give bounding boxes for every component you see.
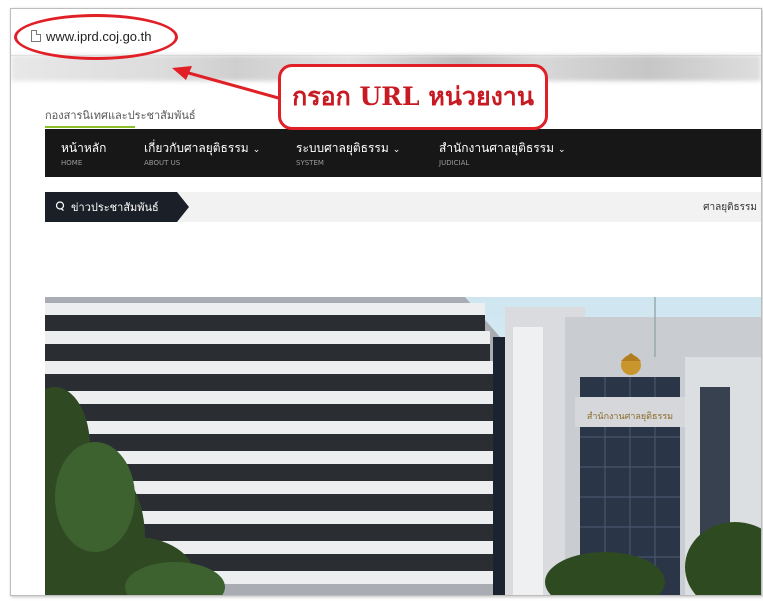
hero-building-photo: สำนักงานศาลยุติธรรม <box>45 297 761 595</box>
nav-item-about[interactable]: เกี่ยวกับศาลยุติธรรม ⌄ ABOUT US <box>144 139 260 167</box>
annotation-callout-text: กรอก URL หน่วยงาน <box>292 82 534 111</box>
building-sign-text: สำนักงานศาลยุติธรรม <box>587 411 673 422</box>
main-navbar: หน้าหลัก HOME เกี่ยวกับศาลยุติธรรม ⌄ ABOU… <box>45 129 761 177</box>
news-ticker-text[interactable]: ศาลยุติธรรม <box>703 200 757 215</box>
news-ticker: ข่าวประชาสัมพันธ์ ศาลยุติธรรม <box>45 192 761 222</box>
site-title: กองสารนิเทศและประชาสัมพันธ์ <box>45 109 196 122</box>
title-underline <box>45 126 135 128</box>
nav-item-system[interactable]: ระบบศาลยุติธรรม ⌄ SYSTEM <box>296 139 400 167</box>
chevron-down-icon: ⌄ <box>392 145 401 155</box>
building-photo-illustration: สำนักงานศาลยุติธรรม <box>45 297 761 595</box>
speech-bubble-icon <box>55 200 65 214</box>
nav-item-home[interactable]: หน้าหลัก HOME <box>61 139 106 167</box>
chevron-down-icon: ⌄ <box>252 145 261 155</box>
nav-item-judicial[interactable]: สำนักงานศาลยุติธรรม ⌄ JUDICIAL <box>439 139 566 167</box>
chevron-down-icon: ⌄ <box>558 145 566 155</box>
url-highlight-ellipse <box>14 14 178 60</box>
annotation-callout: กรอก URL หน่วยงาน <box>278 64 548 130</box>
news-label[interactable]: ข่าวประชาสัมพันธ์ <box>45 192 189 222</box>
